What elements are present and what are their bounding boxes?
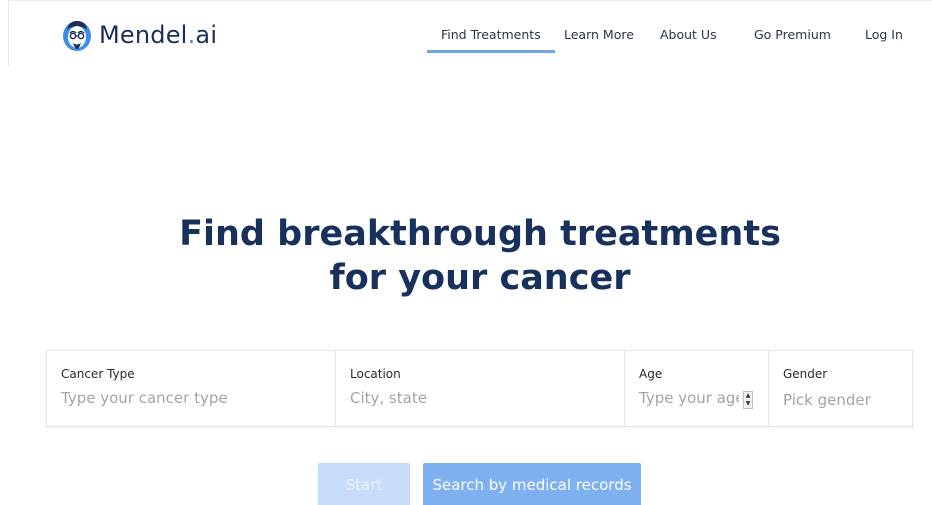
cancer-type-label: Cancer Type (61, 367, 135, 381)
gender-field: Gender Pick gender (769, 351, 912, 426)
cancer-type-field: Cancer Type (47, 351, 336, 426)
site-header: Mendel.ai Find Treatments Learn More Abo… (8, 0, 932, 66)
location-input[interactable] (350, 389, 600, 407)
nav-find-treatments[interactable]: Find Treatments (427, 27, 555, 53)
stepper-down-icon[interactable]: ▼ (744, 400, 752, 408)
cancer-type-input[interactable] (61, 389, 311, 407)
age-input-wrapper: ▲ ▼ (639, 389, 753, 409)
page: Mendel.ai Find Treatments Learn More Abo… (0, 0, 932, 505)
age-field: Age ▲ ▼ (625, 351, 769, 426)
age-input[interactable] (639, 389, 739, 407)
location-label: Location (350, 367, 401, 381)
hero-title: Find breakthrough treatments for your ca… (0, 212, 932, 300)
nav-log-in[interactable]: Log In (865, 27, 903, 42)
age-stepper[interactable]: ▲ ▼ (743, 391, 753, 409)
hero-title-line-2: for your cancer (329, 258, 631, 298)
nav-about-us[interactable]: About Us (660, 27, 717, 42)
nav-go-premium[interactable]: Go Premium (754, 27, 831, 42)
search-by-medical-records-button[interactable]: Search by medical records (423, 463, 641, 505)
hero-title-line-1: Find breakthrough treatments (179, 214, 781, 254)
stepper-up-icon[interactable]: ▲ (744, 392, 752, 400)
gender-select[interactable]: Pick gender (783, 391, 912, 409)
gender-label: Gender (783, 367, 828, 381)
location-field: Location (336, 351, 625, 426)
age-label: Age (639, 367, 663, 381)
treatment-search-form: Cancer Type Location Age ▲ ▼ Gender Pick… (46, 350, 913, 427)
main-nav: Find Treatments Learn More About Us Go P… (9, 27, 932, 57)
start-button[interactable]: Start (318, 463, 410, 505)
nav-learn-more[interactable]: Learn More (564, 27, 634, 42)
